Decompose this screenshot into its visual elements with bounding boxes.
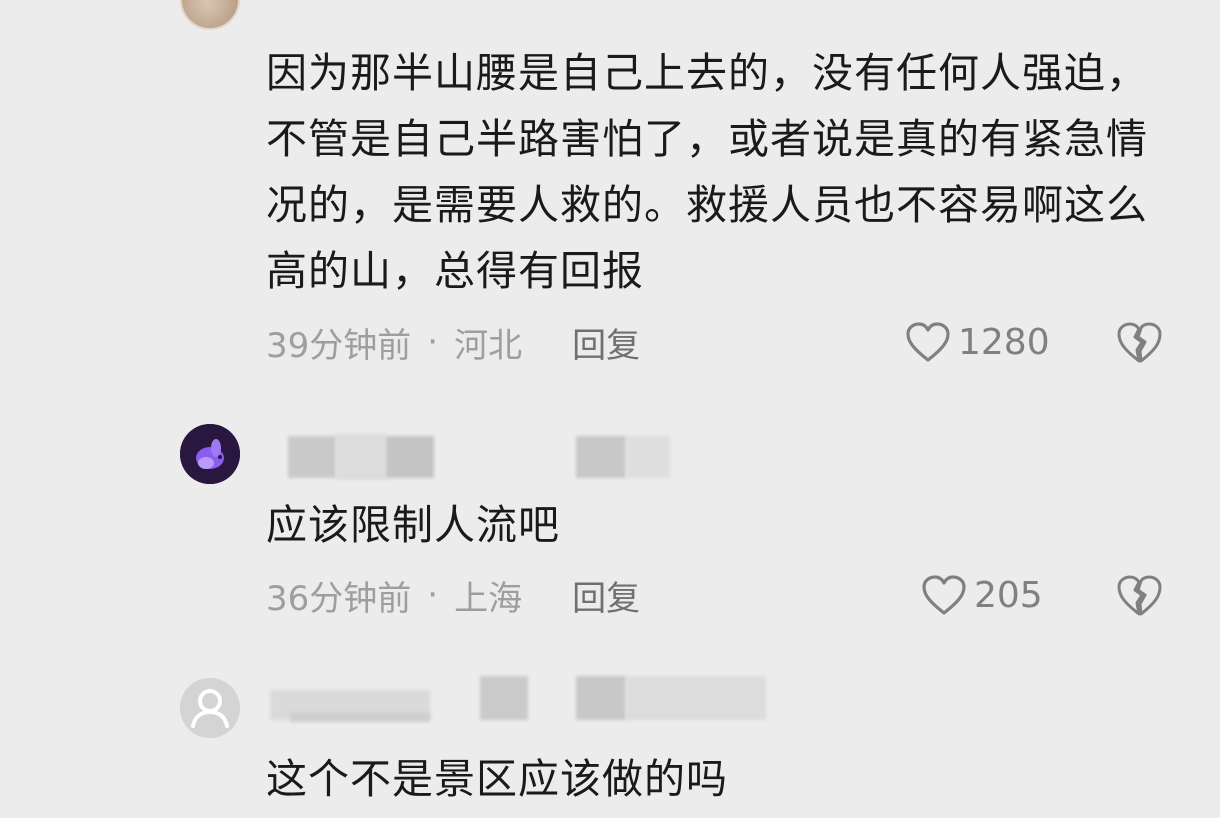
person-silhouette-icon bbox=[180, 678, 240, 738]
like-count: 205 bbox=[974, 574, 1043, 616]
like-button[interactable]: 1280 bbox=[904, 317, 1050, 367]
comment-time: 36分钟前 bbox=[266, 578, 412, 619]
comment-text: 因为那半山腰是自己上去的，没有任何人强迫，不管是自己半路害怕了，或者说是真的有紧… bbox=[266, 49, 1148, 295]
broken-heart-icon[interactable] bbox=[1114, 317, 1164, 367]
commenter-avatar[interactable] bbox=[180, 0, 240, 30]
like-button[interactable]: 205 bbox=[920, 570, 1043, 620]
broken-heart-icon[interactable] bbox=[1114, 570, 1164, 620]
comment-time: 39分钟前 bbox=[266, 325, 412, 366]
comment-location: 河北 bbox=[454, 325, 523, 366]
comment-location: 上海 bbox=[454, 578, 523, 619]
heart-outline-icon bbox=[922, 575, 966, 615]
meta-separator: · bbox=[427, 575, 439, 615]
comment-text: 这个不是景区应该做的吗 bbox=[266, 755, 728, 803]
heart-outline-icon bbox=[906, 322, 950, 362]
like-count: 1280 bbox=[958, 321, 1050, 363]
reply-button[interactable]: 回复 bbox=[572, 571, 640, 620]
comment-text: 应该限制人流吧 bbox=[266, 501, 560, 549]
reply-button[interactable]: 回复 bbox=[572, 318, 640, 367]
comment-list: 因为那半山腰是自己上去的，没有任何人强迫，不管是自己半路害怕了，或者说是真的有紧… bbox=[0, 0, 1220, 818]
commenter-avatar[interactable] bbox=[180, 678, 240, 738]
meta-separator: · bbox=[427, 322, 439, 362]
comment-meta: 39分钟前 · 河北 回复 bbox=[266, 317, 640, 367]
avatar-image bbox=[180, 424, 240, 484]
comment-meta: 36分钟前 · 上海 回复 bbox=[266, 570, 640, 620]
commenter-avatar[interactable] bbox=[180, 424, 240, 484]
